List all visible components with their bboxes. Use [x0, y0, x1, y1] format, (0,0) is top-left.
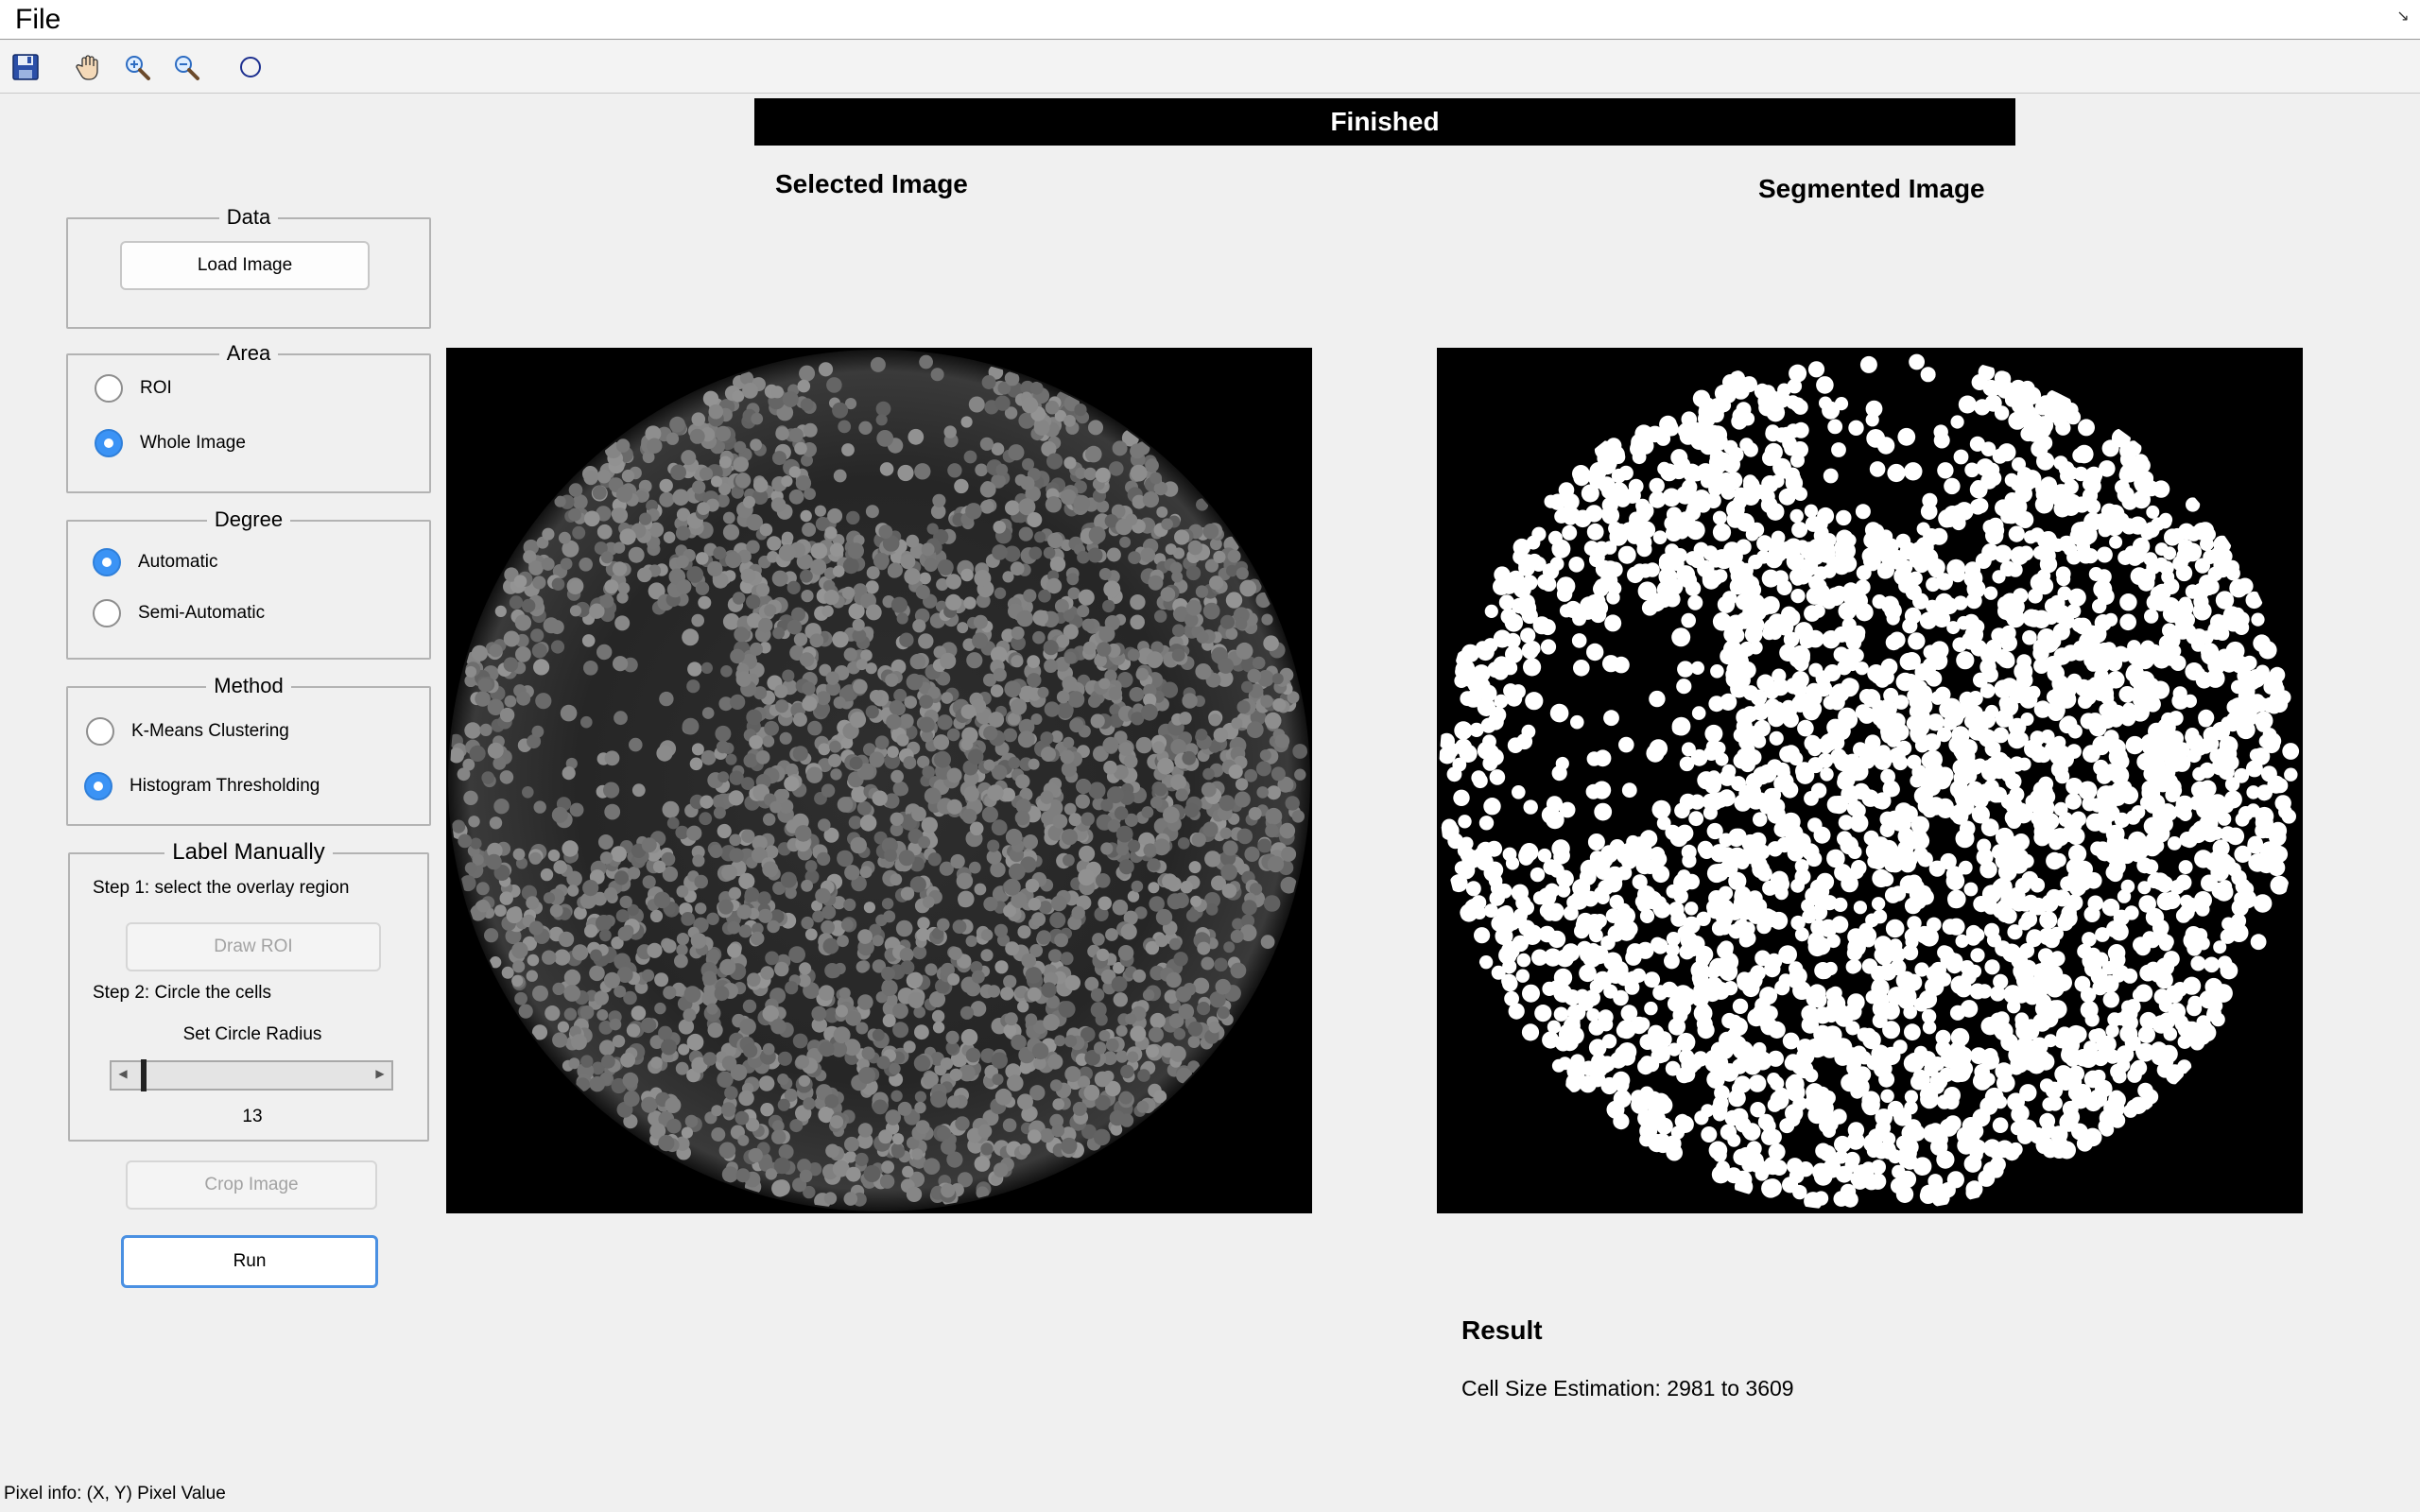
zoom-in-icon[interactable]: [121, 51, 153, 83]
radio-whole-image[interactable]: Whole Image: [95, 429, 246, 457]
radio-semi-automatic-label: Semi-Automatic: [138, 603, 266, 623]
toolbar: [0, 41, 2420, 94]
radio-whole-image-button[interactable]: [95, 429, 123, 457]
radio-semi-automatic[interactable]: Semi-Automatic: [93, 599, 265, 627]
circle-icon[interactable]: [234, 51, 267, 83]
zoom-out-icon[interactable]: [170, 51, 202, 83]
data-group-title: Data: [218, 205, 279, 229]
load-image-button[interactable]: Load Image: [120, 241, 370, 290]
cell-size-estimation: Cell Size Estimation: 2981 to 3609: [1461, 1376, 1794, 1400]
segmented-image-canvas: [1439, 353, 2300, 1211]
radio-automatic[interactable]: Automatic: [93, 548, 217, 576]
radio-automatic-label: Automatic: [138, 552, 218, 572]
selected-image[interactable]: [446, 348, 1312, 1213]
segmented-image[interactable]: [1437, 348, 2303, 1213]
file-menu[interactable]: File: [15, 4, 60, 36]
status-banner: Finished: [754, 98, 2015, 146]
radio-histogram[interactable]: Histogram Thresholding: [84, 772, 320, 800]
slider-left-arrow-icon[interactable]: ◀: [112, 1062, 134, 1085]
slider-thumb[interactable]: [140, 1059, 147, 1091]
degree-group-title: Degree: [206, 507, 291, 531]
step1-text: Step 1: select the overlay region: [93, 878, 350, 898]
degree-group: Degree: [66, 507, 431, 660]
dock-arrow-icon[interactable]: ↘: [2394, 8, 2412, 26]
radio-kmeans[interactable]: K-Means Clustering: [86, 717, 289, 746]
method-group: Method: [66, 674, 431, 826]
result-title: Result: [1461, 1315, 1543, 1345]
method-group-title: Method: [206, 674, 291, 697]
crop-image-button[interactable]: Crop Image: [126, 1160, 377, 1210]
radio-histogram-label: Histogram Thresholding: [130, 776, 320, 796]
radio-kmeans-button[interactable]: [86, 717, 114, 746]
radio-roi[interactable]: ROI: [95, 374, 172, 403]
circle-radius-slider[interactable]: ◀ ▶: [110, 1059, 393, 1091]
slider-track[interactable]: [110, 1060, 393, 1091]
radio-roi-button[interactable]: [95, 374, 123, 403]
run-button[interactable]: Run: [121, 1235, 378, 1288]
radio-whole-image-label: Whole Image: [140, 433, 246, 453]
radio-histogram-button[interactable]: [84, 772, 112, 800]
circle-radius-label: Set Circle Radius: [182, 1024, 322, 1044]
segmented-image-title: Segmented Image: [1758, 174, 1985, 203]
area-group-title: Area: [218, 341, 279, 365]
radio-roi-label: ROI: [140, 378, 172, 398]
slider-right-arrow-icon[interactable]: ▶: [369, 1062, 391, 1085]
step2-text: Step 2: Circle the cells: [93, 983, 272, 1003]
selected-image-title: Selected Image: [775, 169, 968, 198]
circle-radius-value: 13: [242, 1107, 263, 1126]
radio-kmeans-label: K-Means Clustering: [131, 721, 289, 741]
save-icon[interactable]: [9, 51, 42, 83]
pixel-info: Pixel info: (X, Y) Pixel Value: [4, 1484, 226, 1503]
selected-image-canvas: [448, 350, 1310, 1211]
draw-roi-button[interactable]: Draw ROI: [126, 922, 381, 971]
label-manually-title: Label Manually: [164, 839, 333, 865]
radio-semi-automatic-button[interactable]: [93, 599, 121, 627]
pan-hand-icon[interactable]: [72, 51, 104, 83]
radio-automatic-button[interactable]: [93, 548, 121, 576]
menu-bar: File ↘: [0, 0, 2420, 40]
